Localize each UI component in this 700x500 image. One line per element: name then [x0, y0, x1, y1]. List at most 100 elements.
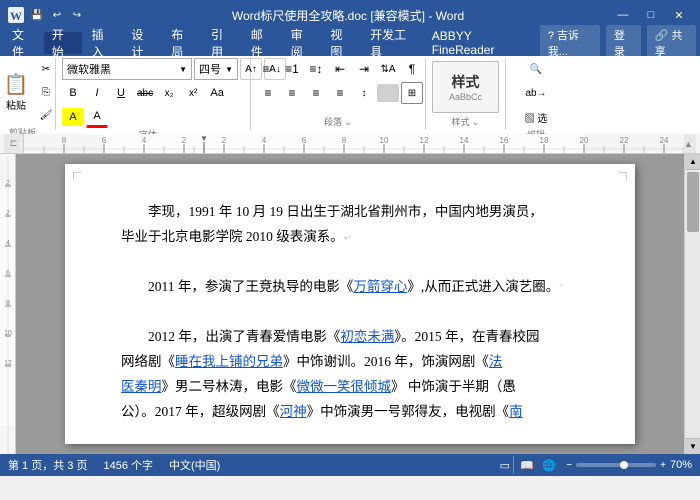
link-fa[interactable]: 法	[489, 354, 503, 369]
decrease-indent-button[interactable]: ⇤	[329, 58, 351, 80]
scroll-up-button[interactable]: ▲	[685, 154, 700, 170]
align-right-button[interactable]: ≡	[305, 82, 327, 104]
svg-text:8: 8	[62, 136, 67, 145]
link-sleep[interactable]: 睡在我上铺的兄弟	[175, 354, 283, 369]
multilevel-button[interactable]: ≡↕	[305, 58, 327, 80]
char-shading-button[interactable]: A	[62, 108, 84, 126]
quick-save-button[interactable]: 💾	[28, 6, 46, 24]
layout-read-button[interactable]: 📖	[518, 456, 536, 474]
doc-para-4: 2012 年，出演了青春爱情电影《初恋未满》。2015 年，在青春校园	[121, 325, 579, 350]
title-text: Word标尺使用全攻略.doc [兼容模式] - Word	[232, 7, 464, 24]
cut-button[interactable]: ✂	[35, 58, 57, 80]
font-size-dropdown[interactable]: 四号 ▼	[194, 58, 238, 80]
paste-label: 粘贴	[6, 97, 26, 112]
justify-button[interactable]: ≡	[329, 82, 351, 104]
menu-design[interactable]: 设计	[123, 32, 161, 54]
font-name-value: 微软雅黑	[67, 61, 111, 77]
maximize-button[interactable]: □	[638, 5, 664, 25]
zoom-level: 70%	[670, 459, 692, 471]
vertical-scrollbar[interactable]: ▲ ▼	[684, 154, 700, 454]
status-bar: 第 1 页，共 3 页 1456 个字 中文(中国) ▭ 📖 🌐 − + 70%	[0, 454, 700, 476]
replace-button[interactable]: ab→	[511, 82, 561, 104]
select-button[interactable]: ▧ 选	[511, 106, 561, 128]
align-center-button[interactable]: ≡	[281, 82, 303, 104]
login-button[interactable]: 登录	[606, 25, 641, 61]
menu-file[interactable]: 文件	[4, 32, 42, 54]
font-name-dropdown[interactable]: 微软雅黑 ▼	[62, 58, 192, 80]
link-nan[interactable]: 南	[509, 404, 523, 419]
svg-text:24: 24	[660, 136, 669, 145]
italic-button[interactable]: I	[86, 82, 108, 104]
link-yiqinming[interactable]: 医秦明	[121, 379, 162, 394]
increase-indent-button[interactable]: ⇥	[353, 58, 375, 80]
menu-insert[interactable]: 插入	[84, 32, 122, 54]
doc-para-1: 李现，1991 年 10 月 19 日出生于湖北省荆州市，中国内地男演员，	[121, 200, 579, 225]
quick-undo-button[interactable]: ↩	[48, 6, 66, 24]
link-wanjian[interactable]: 万箭穿心	[353, 279, 407, 294]
zoom-in-button[interactable]: +	[660, 460, 666, 471]
zoom-thumb[interactable]	[620, 461, 628, 469]
scroll-track[interactable]	[685, 170, 700, 438]
line-spacing-button[interactable]: ↕	[353, 82, 375, 104]
help-search-button[interactable]: ? 吉诉我...	[540, 25, 600, 61]
font-color-button[interactable]: A	[86, 106, 108, 128]
zoom-slider[interactable]	[576, 463, 656, 467]
subscript-button[interactable]: x₂	[158, 82, 180, 104]
document-area: 2 2 4 6 8 10 12 李现，1991 年 10 月 19 日出生于湖北…	[0, 154, 700, 454]
scroll-down-button[interactable]: ▼	[685, 438, 700, 454]
copy-button[interactable]: ⎘	[35, 81, 57, 103]
minimize-button[interactable]: —	[610, 5, 636, 25]
svg-text:W: W	[10, 9, 22, 23]
svg-text:2: 2	[6, 210, 10, 217]
layout-web-button[interactable]: 🌐	[540, 456, 558, 474]
doc-para-blank	[121, 250, 579, 275]
numbering-button[interactable]: ≡1	[281, 58, 303, 80]
superscript-button[interactable]: x²	[182, 82, 204, 104]
menu-bar: 文件 开始 插入 设计 布局 引用 邮件 审阅 视图 开发工具 ABBYY Fi…	[0, 30, 700, 56]
document-scroll[interactable]: 李现，1991 年 10 月 19 日出生于湖北省荆州市，中国内地男演员， 毕业…	[16, 154, 684, 454]
format-painter-button[interactable]: 🖌	[35, 104, 57, 126]
paste-button[interactable]: 📋 粘贴	[0, 71, 34, 113]
svg-text:12: 12	[4, 360, 12, 367]
status-right: ▭ 📖 🌐 − + 70%	[496, 456, 692, 474]
menu-home[interactable]: 开始	[44, 32, 82, 54]
link-chulian[interactable]: 初恋未满	[340, 329, 394, 344]
doc-para-2: 毕业于北京电影学院 2010 级表演系。↵	[121, 225, 579, 250]
menu-developer[interactable]: 开发工具	[362, 32, 422, 54]
menu-abbyy[interactable]: ABBYY FineReader	[424, 32, 536, 54]
quick-redo-button[interactable]: ↪	[68, 6, 86, 24]
styles-gallery[interactable]: 样式 AaBbCc	[432, 61, 499, 113]
font-size-value: 四号	[199, 61, 221, 77]
underline-button[interactable]: U	[110, 82, 132, 104]
link-weiwei[interactable]: 微微一笑很倾城	[297, 379, 392, 394]
strikethrough-button[interactable]: abc	[134, 82, 156, 104]
layout-print-button[interactable]: ▭	[496, 456, 514, 474]
document-page: 李现，1991 年 10 月 19 日出生于湖北省荆州市，中国内地男演员， 毕业…	[65, 164, 635, 444]
sort-button[interactable]: ⇅A	[377, 58, 399, 80]
scroll-thumb[interactable]	[687, 172, 699, 232]
svg-text:12: 12	[420, 136, 429, 145]
share-button[interactable]: 🔗 共享	[647, 25, 696, 61]
editing-group: 🔍 ab→ ▧ 选 编辑	[506, 58, 566, 130]
bullets-button[interactable]: ≡·	[257, 58, 279, 80]
menu-review[interactable]: 审阅	[283, 32, 321, 54]
doc-para-6: 医秦明》男二号林涛，电影《微微一笑很倾城》 中饰演于半期（愚	[121, 375, 579, 400]
show-marks-button[interactable]: ¶	[401, 58, 423, 80]
zoom-out-button[interactable]: −	[566, 460, 572, 471]
menu-view[interactable]: 视图	[322, 32, 360, 54]
menu-layout[interactable]: 布局	[163, 32, 201, 54]
vertical-ruler: 2 2 4 6 8 10 12	[0, 154, 16, 454]
align-left-button[interactable]: ≡	[257, 82, 279, 104]
ruler-left-button[interactable]: ⊏	[4, 134, 24, 154]
clear-format-button[interactable]: Aa	[206, 82, 228, 104]
close-button[interactable]: ✕	[666, 5, 692, 25]
link-heshen[interactable]: 河神	[280, 404, 307, 419]
svg-text:4: 4	[142, 136, 147, 145]
find-button[interactable]: 🔍	[511, 58, 561, 80]
menu-references[interactable]: 引用	[203, 32, 241, 54]
border-button[interactable]: ⊞	[401, 82, 423, 104]
menu-mailings[interactable]: 邮件	[243, 32, 281, 54]
bold-button[interactable]: B	[62, 82, 84, 104]
shading-button[interactable]	[377, 84, 399, 102]
clipboard-group: 📋 粘贴 ✂ ⎘ 🖌 剪贴板 ⌄	[0, 58, 56, 130]
